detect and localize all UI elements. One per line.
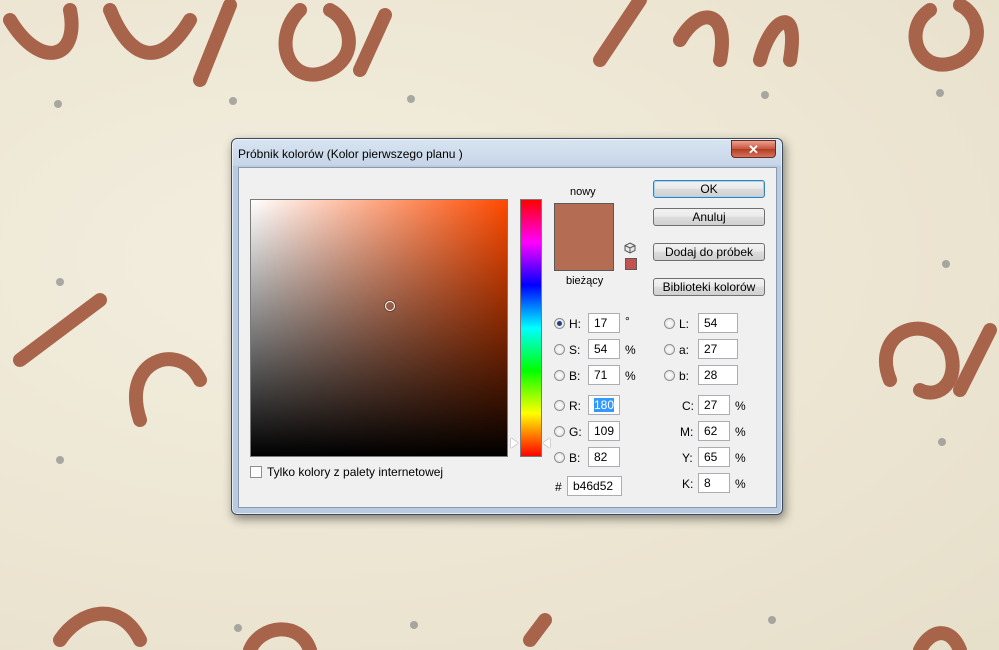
- m-label: M:: [680, 425, 694, 439]
- dialog-body: nowy bieżący OK Anuluj Dodaj do próbek B…: [238, 167, 777, 508]
- h-radio[interactable]: [554, 318, 565, 329]
- r-radio[interactable]: [554, 400, 565, 411]
- color-field[interactable]: [250, 199, 508, 457]
- r-label: R:: [569, 399, 581, 413]
- brightness-label: B:: [569, 369, 581, 383]
- new-color-swatch: [554, 203, 614, 271]
- c-input[interactable]: 27: [698, 395, 730, 415]
- hex-input[interactable]: b46d52: [567, 476, 622, 496]
- blue-input[interactable]: 82: [588, 447, 620, 467]
- hue-slider[interactable]: [520, 199, 542, 457]
- s-label: S:: [569, 343, 581, 357]
- hue-slider-right-arrow[interactable]: [543, 438, 550, 448]
- web-colors-only-checkbox[interactable]: [250, 466, 262, 478]
- dialog-title: Próbnik kolorów (Kolor pierwszego planu …: [238, 147, 463, 161]
- r-input-selection: 180: [594, 398, 615, 412]
- r-input[interactable]: 180: [588, 395, 620, 415]
- hex-label: #: [555, 480, 562, 494]
- s-radio[interactable]: [554, 344, 565, 355]
- lab-b-label: b:: [679, 369, 690, 383]
- brightness-input[interactable]: 71: [588, 365, 620, 385]
- g-input[interactable]: 109: [588, 421, 620, 441]
- lab-b-radio[interactable]: [664, 370, 675, 381]
- k-label: K:: [682, 477, 694, 491]
- current-color-half[interactable]: [555, 237, 613, 270]
- ok-button[interactable]: OK: [653, 180, 765, 198]
- a-label: a:: [679, 343, 690, 357]
- m-unit: %: [735, 425, 746, 439]
- web-colors-only-label: Tylko kolory z palety internetowej: [267, 465, 444, 479]
- new-color-label: nowy: [570, 186, 596, 198]
- color-picker-dialog: Próbnik kolorów (Kolor pierwszego planu …: [231, 138, 783, 515]
- m-input[interactable]: 62: [698, 421, 730, 441]
- y-unit: %: [735, 451, 746, 465]
- web-safe-color-swatch[interactable]: [625, 258, 637, 270]
- c-unit: %: [735, 399, 746, 413]
- color-libraries-button[interactable]: Biblioteki kolorów: [653, 278, 765, 296]
- l-label: L:: [679, 317, 690, 331]
- brightness-radio[interactable]: [554, 370, 565, 381]
- a-radio[interactable]: [664, 344, 675, 355]
- close-button[interactable]: ✕: [731, 140, 776, 158]
- hue-slider-left-arrow[interactable]: [511, 438, 518, 448]
- new-color-half: [555, 204, 613, 237]
- web-safe-cube-icon[interactable]: [624, 242, 636, 254]
- a-input[interactable]: 27: [698, 339, 738, 359]
- color-field-cursor[interactable]: [385, 301, 395, 311]
- lab-b-input[interactable]: 28: [698, 365, 738, 385]
- g-radio[interactable]: [554, 426, 565, 437]
- h-unit: °: [625, 314, 630, 328]
- l-radio[interactable]: [664, 318, 675, 329]
- add-to-swatches-button[interactable]: Dodaj do próbek: [653, 243, 765, 261]
- h-label: H:: [569, 317, 581, 331]
- cancel-button[interactable]: Anuluj: [653, 208, 765, 226]
- g-label: G:: [569, 425, 582, 439]
- s-input[interactable]: 54: [588, 339, 620, 359]
- l-input[interactable]: 54: [698, 313, 738, 333]
- k-input[interactable]: 8: [698, 473, 730, 493]
- blue-label: B:: [569, 451, 581, 465]
- s-unit: %: [625, 343, 636, 357]
- c-label: C:: [682, 399, 694, 413]
- h-input[interactable]: 17: [588, 313, 620, 333]
- brightness-unit: %: [625, 369, 636, 383]
- y-label: Y:: [682, 451, 693, 465]
- k-unit: %: [735, 477, 746, 491]
- blue-radio[interactable]: [554, 452, 565, 463]
- y-input[interactable]: 65: [698, 447, 730, 467]
- current-color-label: bieżący: [566, 275, 604, 287]
